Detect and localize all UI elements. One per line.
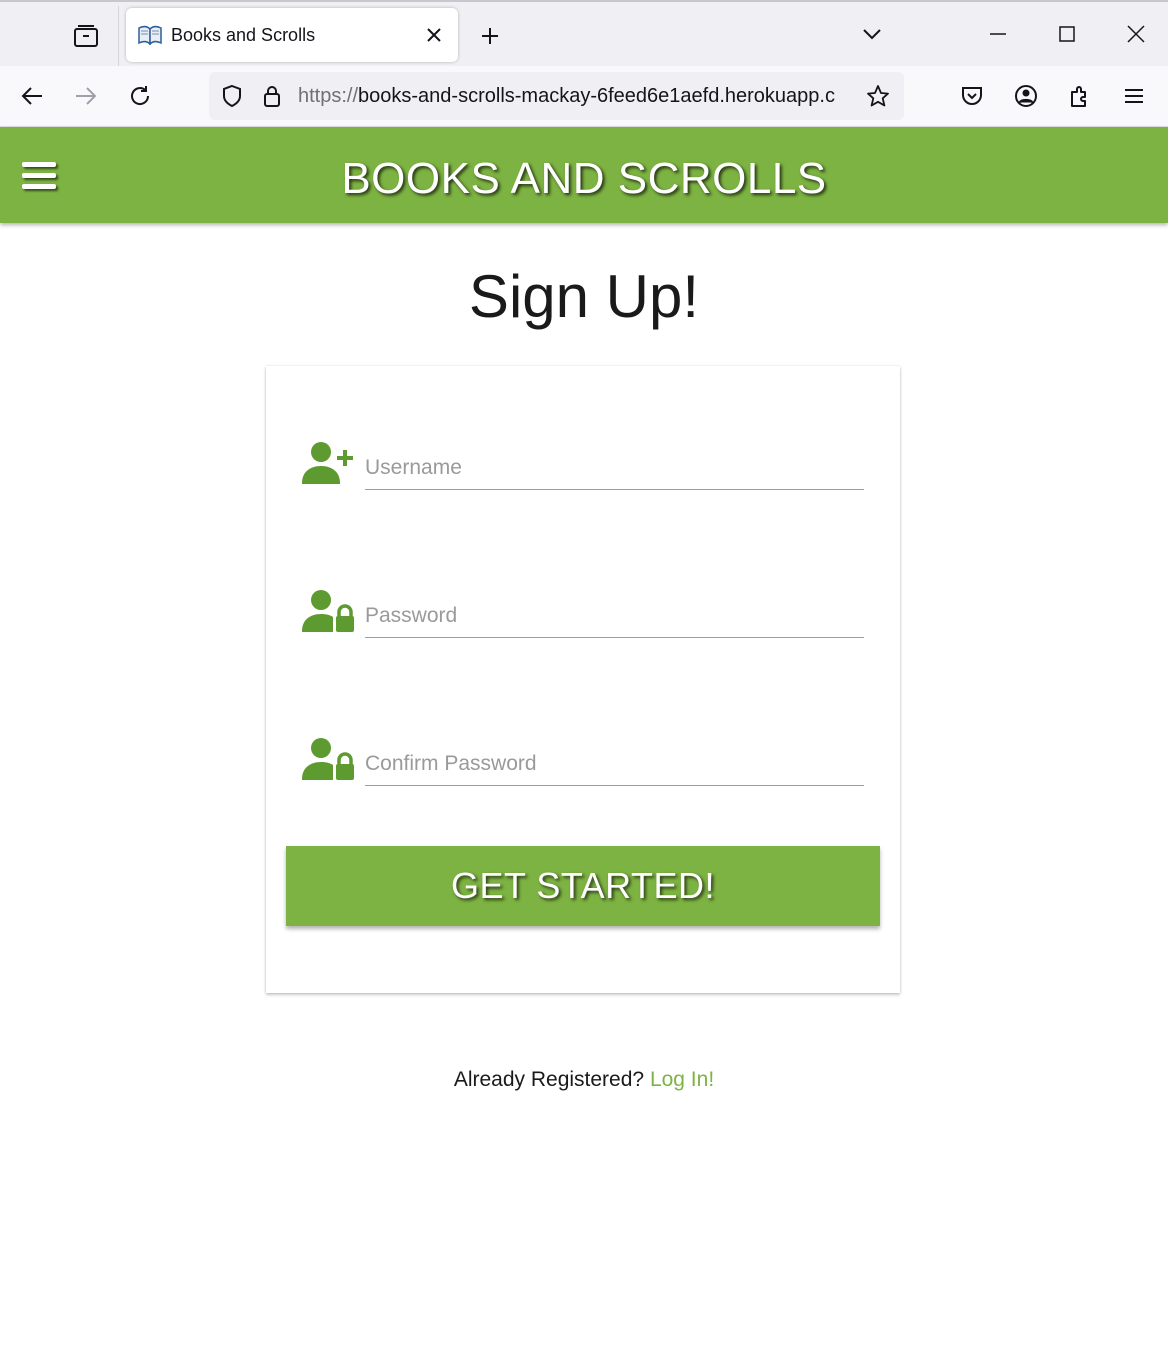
site-brand[interactable]: BOOKS AND SCROLLS [0,127,1168,223]
forward-arrow-icon[interactable] [64,74,108,118]
page-title: Sign Up! [468,263,700,330]
login-prompt-line: Already Registered? Log In! [0,1068,1168,1092]
maximize-icon[interactable] [1037,10,1097,58]
user-plus-icon [302,442,356,486]
signup-card: GET STARTED! [266,366,900,993]
site-header: BOOKS AND SCROLLS [0,127,1168,223]
url-scheme: https:// [298,84,359,107]
chevron-down-icon[interactable] [852,14,892,54]
close-icon[interactable] [414,15,454,55]
menu-icon[interactable] [1112,74,1156,118]
address-bar[interactable]: https://books-and-scrolls-mackay-6feed6e… [209,72,904,120]
username-field-row [302,436,864,496]
username-input[interactable] [365,436,864,490]
confirm-password-input[interactable] [365,732,864,786]
browser-tab-strip: Books and Scrolls [0,0,1168,66]
open-book-icon [138,25,162,45]
account-icon[interactable] [1004,74,1048,118]
tab-title: Books and Scrolls [171,24,316,45]
confirm-password-field-row [302,732,864,792]
get-started-button[interactable]: GET STARTED! [286,846,880,926]
password-field-row [302,584,864,644]
shield-icon[interactable] [212,76,252,116]
login-prompt-text: Already Registered? [453,1068,645,1091]
user-lock-icon [302,738,356,782]
pocket-icon[interactable] [950,74,994,118]
active-tab[interactable]: Books and Scrolls [126,8,458,62]
url-text[interactable]: https://books-and-scrolls-mackay-6feed6e… [298,85,858,108]
tab-separator [118,6,119,66]
minimize-icon[interactable] [968,10,1028,58]
window-close-icon[interactable] [1106,10,1166,58]
extensions-icon[interactable] [1058,74,1102,118]
url-host: books-and-scrolls-mackay-6feed6e1aefd.he… [358,84,835,107]
user-lock-icon [302,590,356,634]
tab-list-icon[interactable] [60,16,112,56]
lock-icon[interactable] [252,76,292,116]
back-arrow-icon[interactable] [10,74,54,118]
star-bookmark-icon[interactable] [858,76,898,116]
new-tab-plus-icon[interactable] [470,16,510,56]
login-link[interactable]: Log In! [650,1068,714,1091]
browser-nav-bar: https://books-and-scrolls-mackay-6feed6e… [0,66,1168,127]
password-input[interactable] [365,584,864,638]
reload-icon[interactable] [118,74,162,118]
